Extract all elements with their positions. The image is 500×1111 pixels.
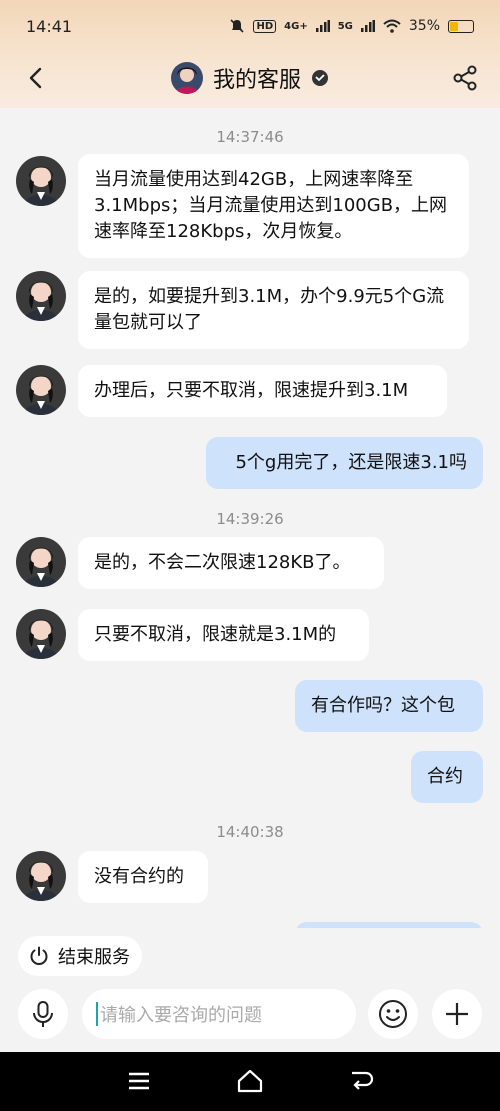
agent-avatar[interactable] (16, 156, 66, 206)
plus-icon (446, 1003, 468, 1025)
voice-button[interactable] (18, 989, 68, 1039)
battery-percent: 35% (408, 18, 440, 34)
message-input[interactable]: 请输入要咨询的问题 (82, 989, 356, 1039)
chat-message-list[interactable]: 14:37:46 当月流量使用达到42GB，上网速率降至3.1Mbps；当月流量… (0, 108, 500, 928)
message-bubble-outgoing[interactable]: 5个g用完了，还是限速3.1吗 (206, 437, 483, 489)
nav-bar: 我的客服 (0, 52, 500, 104)
message-bubble-incoming[interactable]: 只要不取消，限速就是3.1M的 (78, 609, 369, 661)
verified-badge-icon (312, 70, 328, 86)
more-button[interactable] (432, 989, 482, 1039)
return-icon[interactable] (348, 1069, 374, 1093)
message-bubble-incoming[interactable]: 是的，如要提升到3.1M，办个9.9元5个G流量包就可以了 (78, 271, 469, 349)
text-caret (96, 1002, 98, 1026)
agent-avatar (170, 62, 203, 94)
agent-avatar[interactable] (16, 537, 66, 587)
chevron-left-icon[interactable] (22, 64, 50, 92)
mute-icon (230, 19, 245, 33)
timestamp: 14:39:26 (216, 510, 284, 528)
battery-icon (448, 19, 474, 33)
chat-title-area[interactable]: 我的客服 (170, 62, 329, 94)
hd-icon: HD (253, 19, 277, 33)
network-5g-indicator: 5G (337, 20, 353, 32)
message-bubble-outgoing[interactable]: 有合作吗？这个包 (295, 680, 483, 732)
share-icon[interactable] (450, 63, 480, 93)
message-input-placeholder: 请输入要咨询的问题 (100, 1005, 262, 1026)
end-service-button[interactable]: 结束服务 (18, 936, 142, 976)
power-icon (30, 946, 48, 965)
timestamp: 14:37:46 (216, 128, 284, 146)
message-bubble-outgoing-partial[interactable] (295, 922, 483, 928)
agent-avatar[interactable] (16, 851, 66, 901)
menu-icon[interactable] (127, 1070, 151, 1092)
system-nav-bar (0, 1052, 500, 1111)
input-bar: 请输入要咨询的问题 (0, 980, 500, 1050)
page-title: 我的客服 (212, 68, 301, 93)
emoji-icon (379, 1000, 407, 1028)
agent-avatar[interactable] (16, 609, 66, 659)
signal-icon (315, 20, 330, 32)
microphone-icon (33, 1001, 53, 1027)
message-bubble-outgoing[interactable]: 合约 (411, 751, 483, 803)
wifi-icon (383, 19, 401, 33)
status-icons: HD 4G+ 5G 35% (229, 18, 474, 34)
status-time: 14:41 (26, 16, 73, 36)
message-bubble-incoming[interactable]: 是的，不会二次限速128KB了。 (78, 537, 384, 589)
message-bubble-incoming[interactable]: 没有合约的 (78, 851, 208, 903)
timestamp: 14:40:38 (216, 823, 284, 841)
agent-avatar[interactable] (16, 271, 66, 321)
message-bubble-incoming[interactable]: 办理后，只要不取消，限速提升到3.1M (78, 365, 447, 417)
emoji-button[interactable] (368, 989, 418, 1039)
status-bar: 14:41 HD 4G+ 5G 35% (0, 0, 500, 52)
signal-icon-2 (360, 20, 375, 32)
message-bubble-incoming[interactable]: 当月流量使用达到42GB，上网速率降至3.1Mbps；当月流量使用达到100GB… (78, 154, 469, 258)
agent-avatar[interactable] (16, 365, 66, 415)
end-service-label: 结束服务 (58, 947, 130, 968)
home-icon[interactable] (236, 1068, 264, 1094)
network-4g-indicator: 4G+ (284, 20, 308, 32)
